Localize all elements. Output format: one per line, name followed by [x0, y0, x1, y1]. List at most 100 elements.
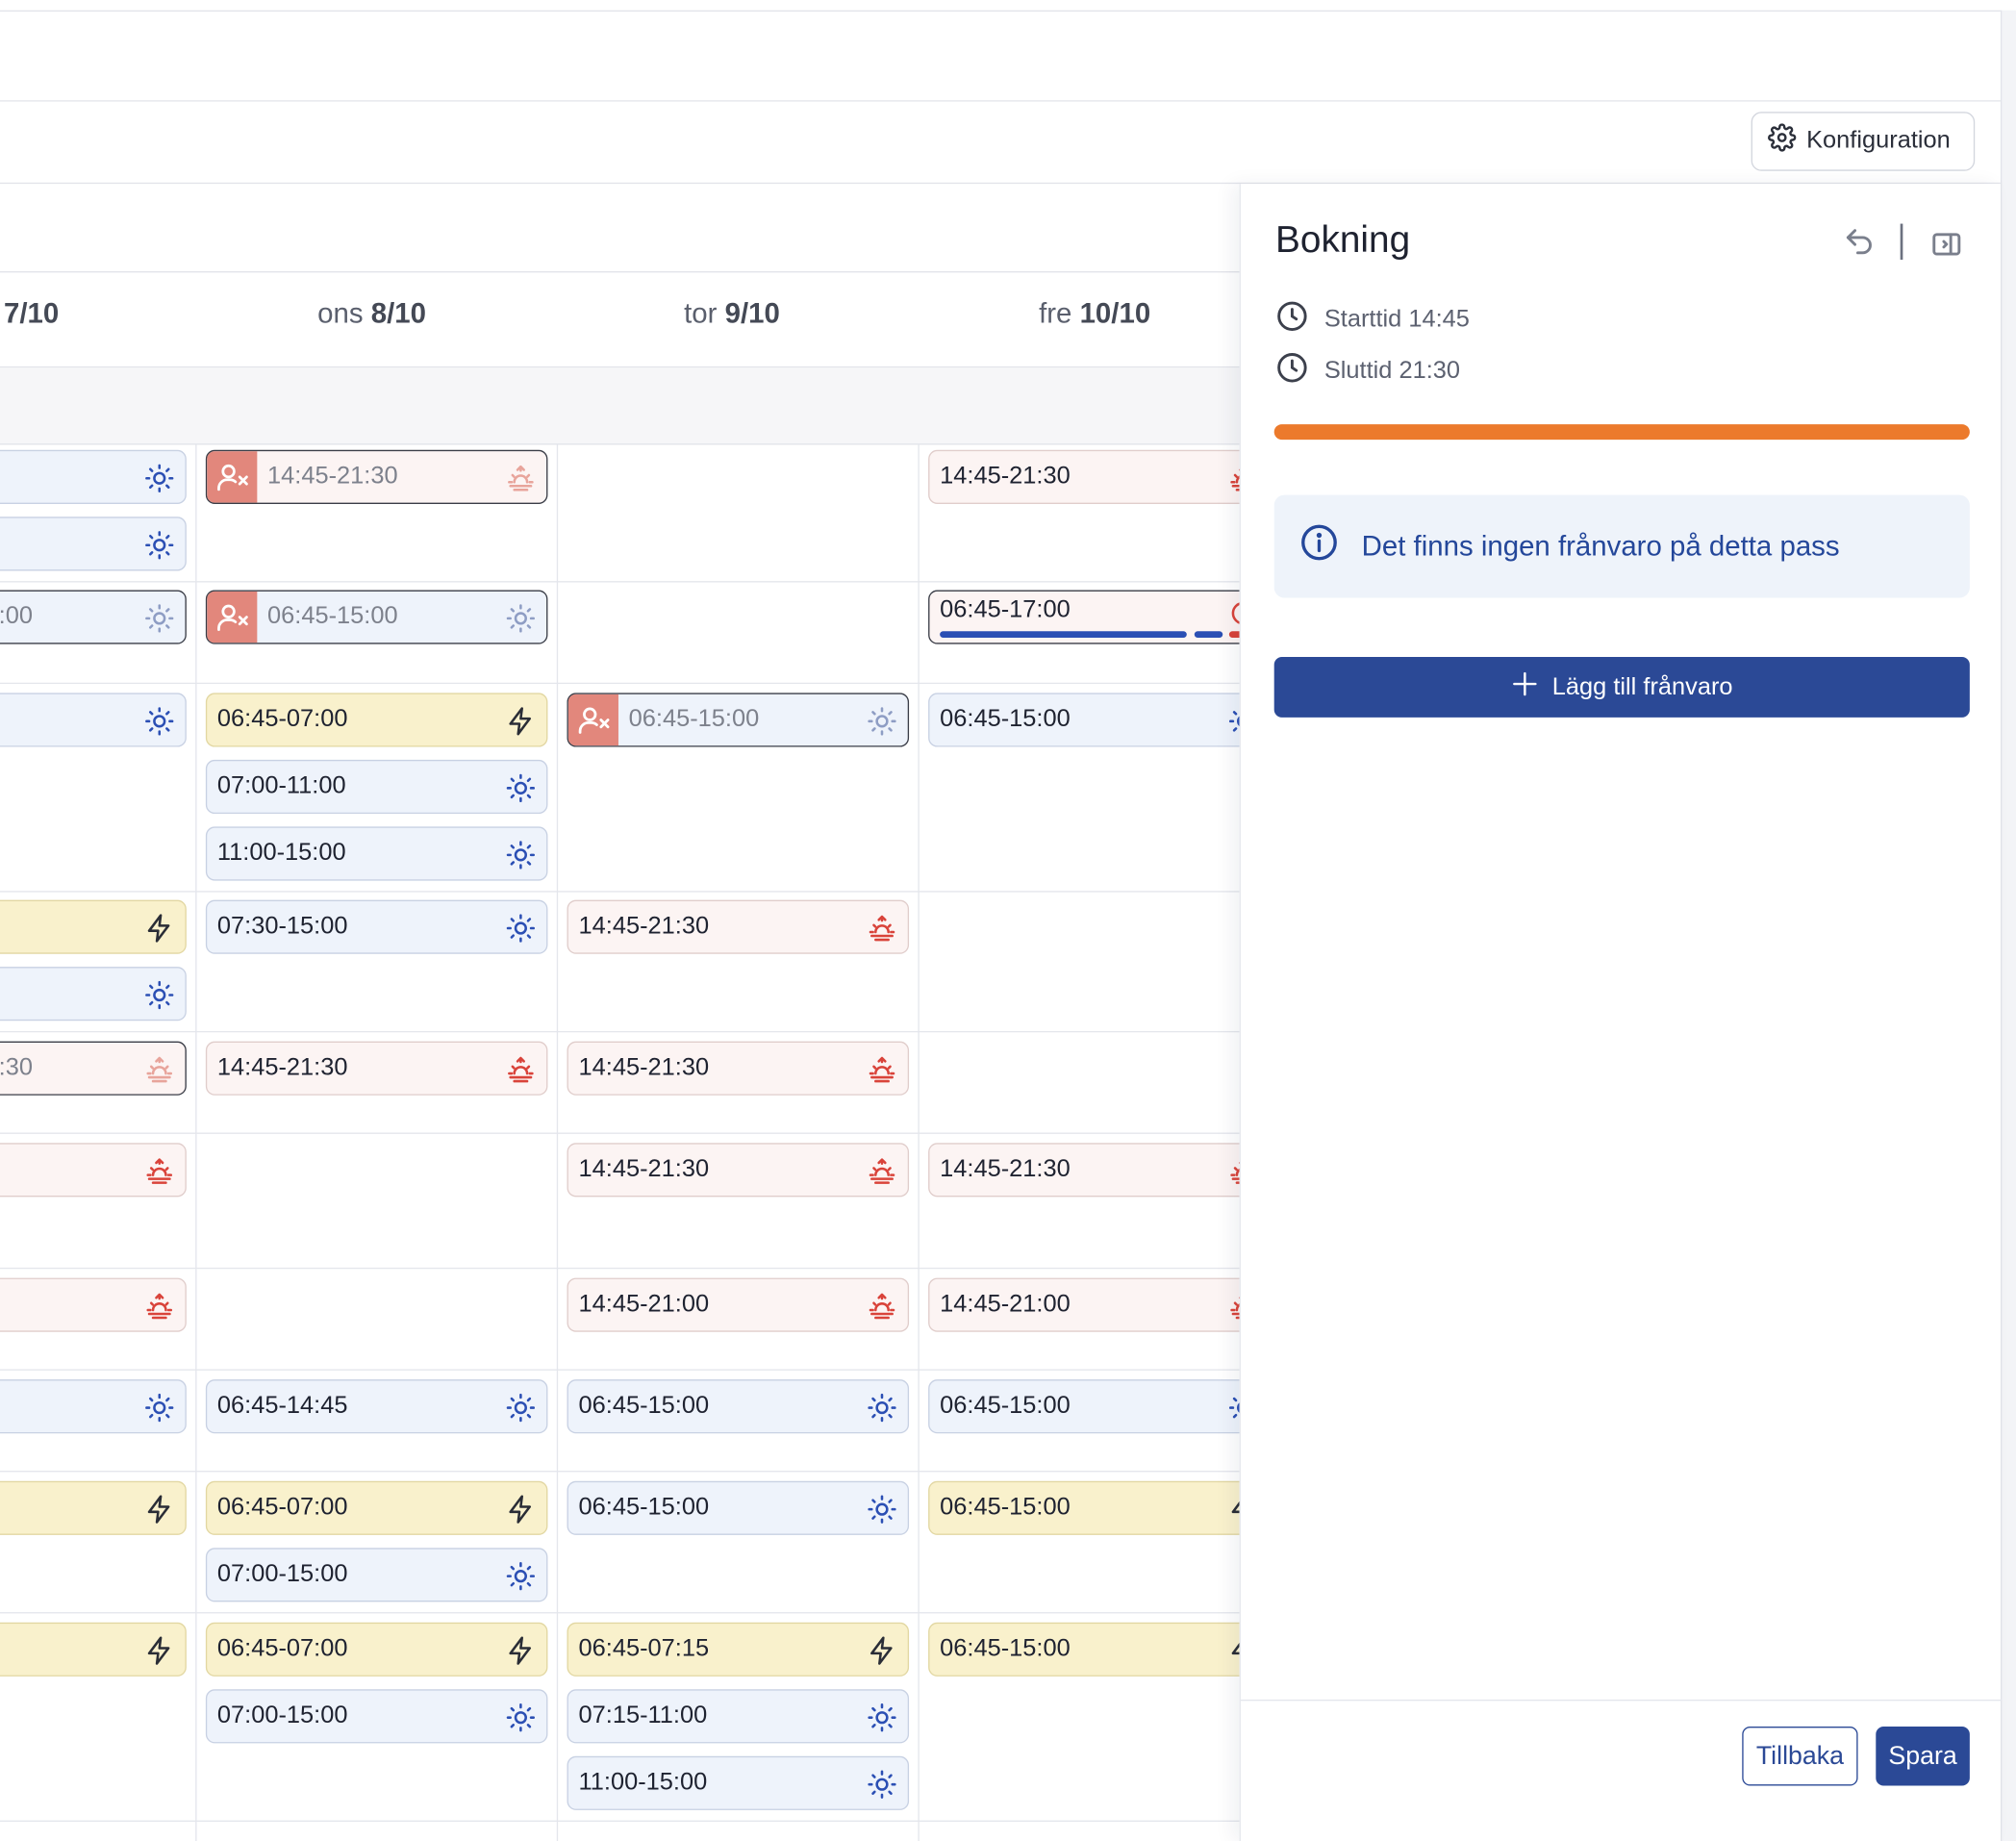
lightning-icon — [1228, 1635, 1240, 1666]
absence-shift-card[interactable]: 06:45-15:00 — [567, 693, 910, 747]
panel-title: Bokning — [1275, 219, 1411, 262]
sunset-icon — [867, 1291, 897, 1322]
shift-card[interactable] — [0, 1277, 187, 1332]
shift-card[interactable]: 07:00-11:00 — [205, 759, 548, 815]
shift-card[interactable]: 06:45-15:00 — [928, 1622, 1240, 1677]
shift-card[interactable]: 14:45-21:30 — [205, 1041, 548, 1096]
add-absence-label: Lägg till frånvaro — [1551, 672, 1733, 700]
shift-card[interactable]: 06:45-07:00 — [205, 1480, 548, 1535]
sun-icon — [867, 706, 897, 737]
sunset-icon — [1228, 1156, 1240, 1187]
shift-card[interactable] — [0, 899, 187, 954]
lightning-icon — [505, 1635, 536, 1666]
sun-icon — [505, 1702, 536, 1733]
shift-card[interactable]: 06:45-14:45 — [205, 1379, 548, 1434]
shift-card[interactable] — [0, 1622, 187, 1677]
shift-card[interactable]: 14:45-21:30 — [928, 449, 1240, 504]
booking-panel: Bokning Starttid 14:45 Sluttid 21:30 Det… — [1239, 184, 2003, 1841]
sun-icon — [505, 1561, 536, 1592]
shift-card[interactable]: 07:00-15:00 — [205, 1548, 548, 1602]
coverage-bar — [1194, 631, 1223, 638]
absence-shift-card[interactable]: 06:45-15:00 — [205, 590, 548, 644]
shift-card[interactable]: 06:45-15:00 — [928, 693, 1240, 747]
shift-card[interactable]: 06:45-07:15 — [567, 1622, 910, 1677]
sunset-icon — [144, 1054, 175, 1085]
sun-icon — [867, 1393, 897, 1424]
shift-card[interactable]: 11:00-15:00 — [567, 1755, 910, 1810]
shift-card[interactable]: :00 — [0, 590, 187, 644]
shift-card[interactable]: 06:45-07:00 — [205, 1622, 548, 1677]
shift-card[interactable]: 06:45-15:00 — [567, 1480, 910, 1535]
panel-footer-divider — [1240, 1699, 2003, 1702]
shift-card[interactable]: :30 — [0, 1041, 187, 1096]
sun-icon — [505, 913, 536, 944]
shift-card[interactable]: 11:00-15:00 — [205, 826, 548, 881]
coverage-bar — [940, 631, 1187, 638]
end-time-label: Sluttid 21:30 — [1323, 357, 1461, 385]
collapse-panel-icon[interactable] — [1929, 228, 1963, 262]
lightning-icon — [505, 706, 536, 737]
no-absence-notice: Det finns ingen frånvaro på detta pass — [1273, 494, 1970, 598]
sun-icon — [144, 530, 175, 561]
shift-card[interactable] — [0, 517, 187, 571]
person-x-icon — [567, 694, 618, 746]
sun-icon — [505, 1393, 536, 1424]
sunset-icon — [505, 1054, 536, 1085]
back-button[interactable]: Tillbaka — [1742, 1727, 1858, 1786]
coverage-bar — [1228, 631, 1240, 638]
shift-card[interactable]: 14:45-21:00 — [928, 1277, 1240, 1332]
shift-layer: :00 :30 14:45-21:30 06:45-15:00 06:45-07… — [0, 0, 1240, 1841]
sunset-icon — [867, 913, 897, 944]
sunset-icon — [867, 1054, 897, 1085]
configuration-button[interactable]: Konfiguration — [1751, 112, 1976, 171]
shift-card[interactable]: 14:45-21:00 — [567, 1277, 910, 1332]
lightning-icon — [144, 1635, 175, 1666]
sunset-icon — [1228, 463, 1240, 493]
shift-card[interactable]: 06:45-07:00 — [205, 693, 548, 747]
sun-icon — [144, 463, 175, 493]
shift-card[interactable] — [0, 693, 187, 747]
sunset-icon — [144, 1156, 175, 1187]
shift-card[interactable]: 06:45-15:00 — [928, 1480, 1240, 1535]
notice-text: Det finns ingen frånvaro på detta pass — [1361, 529, 1840, 563]
person-x-icon — [207, 451, 258, 503]
sunset-icon — [1228, 1291, 1240, 1322]
sunset-icon — [867, 1156, 897, 1187]
gear-icon — [1768, 123, 1797, 159]
lightning-icon — [505, 1494, 536, 1525]
shift-card[interactable] — [0, 967, 187, 1021]
sun-icon — [144, 1393, 175, 1424]
clock-icon — [1275, 351, 1309, 392]
shift-card[interactable]: 06:45-15:00 — [567, 1379, 910, 1434]
shift-card[interactable]: 14:45-21:30 — [928, 1143, 1240, 1198]
lightning-icon — [867, 1635, 897, 1666]
shift-card[interactable]: 07:30-15:00 — [205, 899, 548, 954]
add-absence-button[interactable]: Lägg till frånvaro — [1273, 656, 1970, 718]
sun-icon — [505, 772, 536, 803]
divider — [1900, 223, 1903, 260]
absence-shift-card[interactable]: 14:45-21:30 — [205, 449, 548, 504]
shift-card[interactable] — [0, 449, 187, 504]
shift-card[interactable] — [0, 1379, 187, 1434]
shift-card[interactable]: 14:45-21:30 — [567, 1041, 910, 1096]
person-x-icon — [207, 591, 258, 643]
plus-icon — [1511, 669, 1539, 705]
shift-card[interactable]: 06:45-17:00 — [928, 590, 1240, 644]
save-button[interactable]: Spara — [1876, 1727, 1970, 1786]
shift-card[interactable]: 07:15-11:00 — [567, 1689, 910, 1744]
shift-card[interactable] — [0, 1480, 187, 1535]
lightning-icon — [144, 913, 175, 944]
sun-icon — [144, 706, 175, 737]
sun-icon — [867, 1769, 897, 1800]
clock-icon — [1275, 299, 1309, 340]
info-icon — [1299, 523, 1338, 569]
shift-progress-bar — [1273, 424, 1970, 441]
shift-card[interactable]: 06:45-15:00 — [928, 1379, 1240, 1434]
sun-icon — [505, 840, 536, 870]
shift-card[interactable]: 14:45-21:30 — [567, 899, 910, 954]
shift-card[interactable]: 07:00-15:00 — [205, 1689, 548, 1744]
shift-card[interactable] — [0, 1143, 187, 1198]
undo-icon[interactable] — [1843, 225, 1877, 259]
sun-icon — [1228, 706, 1240, 737]
shift-card[interactable]: 14:45-21:30 — [567, 1143, 910, 1198]
